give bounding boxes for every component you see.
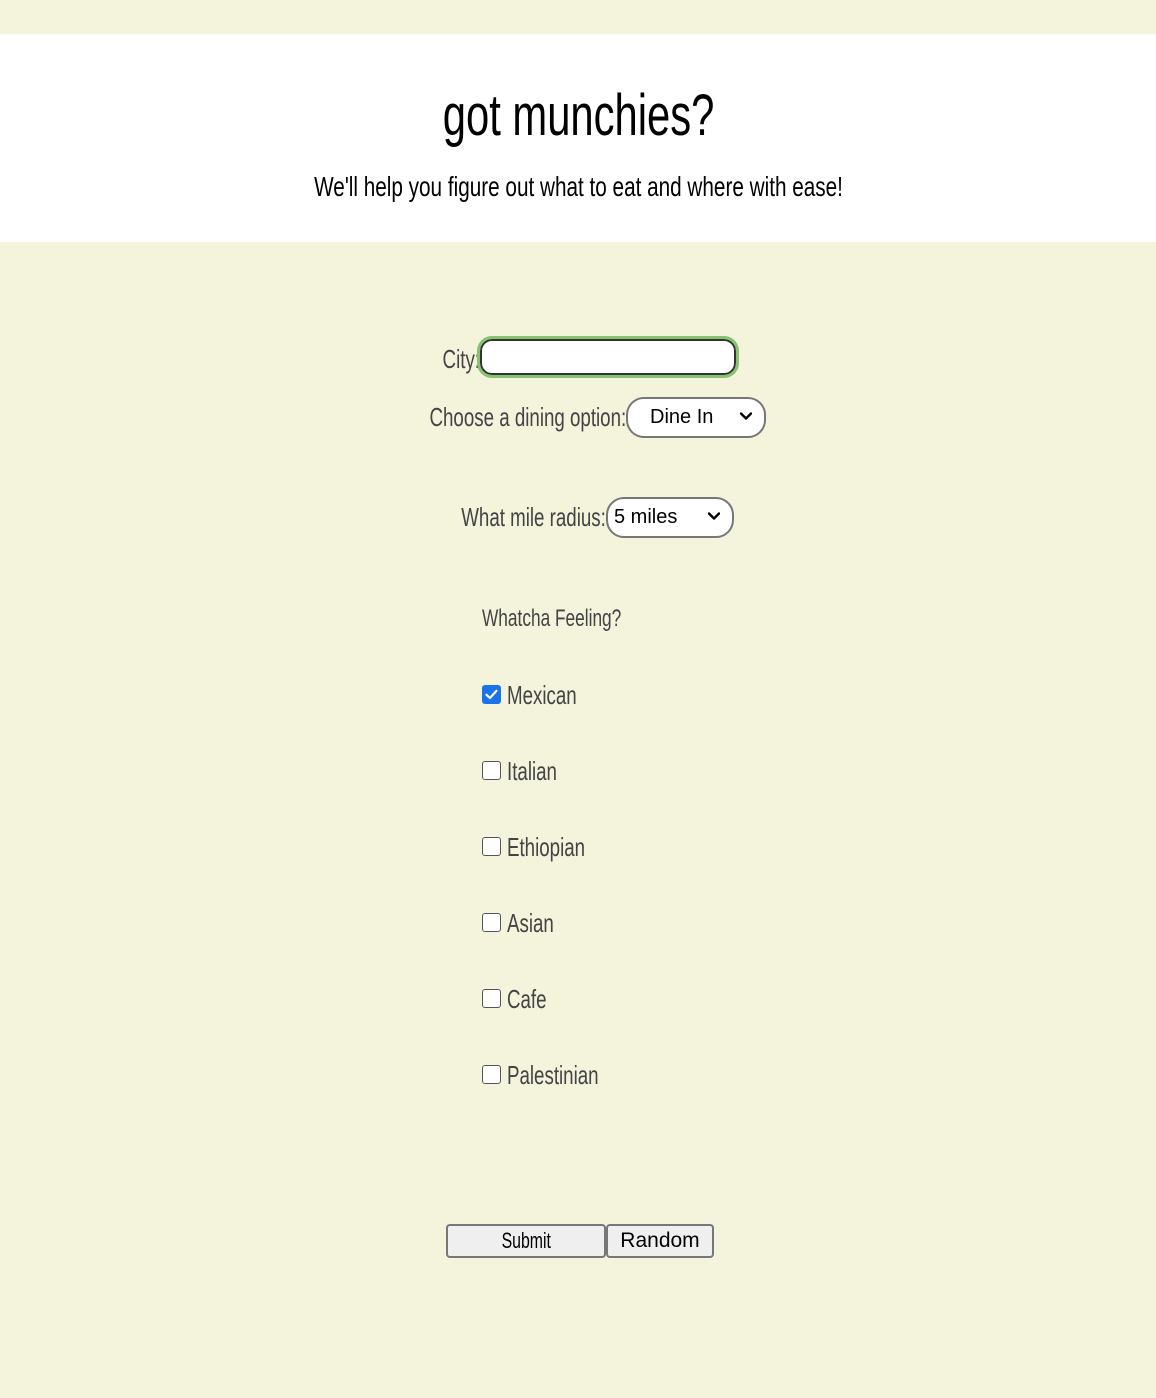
cafe-label: Cafe [507,984,547,1014]
city-label: City: [442,344,480,374]
city-input[interactable] [477,336,739,378]
ethiopian-label: Ethiopian [507,832,586,862]
asian-label: Asian [507,908,554,938]
dining-option-label: Choose a dining option: [429,402,626,432]
feeling-heading: Whatcha Feeling? [482,605,622,632]
radius-label: What mile radius: [461,502,606,532]
submit-button[interactable]: Submit [446,1224,606,1258]
page-subtitle: We'll help you figure out what to eat an… [314,171,843,202]
radius-select[interactable]: 5 miles [606,497,734,538]
mexican-checkbox[interactable] [482,685,501,704]
random-button[interactable]: Random [606,1224,714,1258]
dining-option-value: Dine In [650,406,714,428]
chevron-down-icon [740,412,752,420]
italian-label: Italian [507,756,557,786]
ethiopian-checkbox[interactable] [482,837,501,856]
submit-button-label: Submit [501,1228,551,1253]
palestinian-label: Palestinian [507,1060,599,1090]
chevron-down-icon [708,512,720,520]
dining-option-select[interactable]: Dine In [626,397,766,438]
check-icon [485,689,498,700]
header-banner: got munchies? We'll help you figure out … [0,34,1156,242]
random-button-label: Random [620,1229,700,1252]
asian-checkbox[interactable] [482,913,501,932]
cafe-checkbox[interactable] [482,989,501,1008]
italian-checkbox[interactable] [482,761,501,780]
mexican-label: Mexican [507,680,577,710]
page-title: got munchies? [442,83,715,148]
radius-value: 5 miles [614,506,678,528]
palestinian-checkbox[interactable] [482,1065,501,1084]
